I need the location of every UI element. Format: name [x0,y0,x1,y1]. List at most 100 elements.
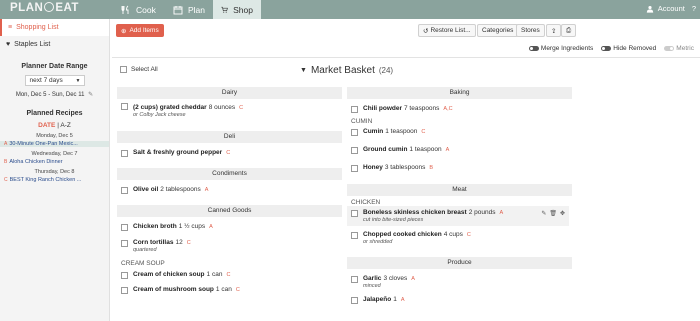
category-header: Dairy [117,87,342,99]
nav-plan[interactable]: Plan [165,0,213,19]
item-recipe-marker: C [421,129,426,135]
list-item[interactable]: Garlic 3 cloves A minced [347,269,572,292]
account-menu[interactable]: Account ? [646,4,696,13]
item-checkbox[interactable] [351,210,358,217]
day-label: Monday, Dec 5 [36,133,73,139]
edit-pencil-icon[interactable]: ✎ [88,92,93,98]
item-checkbox[interactable] [121,224,128,231]
nav-cook[interactable]: Cook [113,0,164,19]
restore-list-button[interactable]: ↺ Restore List... [418,24,476,37]
item-checkbox[interactable] [121,103,128,110]
item-recipe-marker: A [499,210,504,216]
sidebar: ≡ Shopping List ♥ Staples List Planner D… [0,19,110,321]
nav-shop[interactable]: Shop [213,0,261,19]
recipe-letter-c: C [4,177,8,183]
category-header: Baking [347,87,572,99]
item-note: or shredded [363,239,393,245]
item-name: Salt & freshly ground pepper [133,149,223,156]
list-item[interactable]: Jalapeño 1 A [347,292,572,306]
sort-by-date[interactable]: DATE [38,122,55,129]
item-recipe-marker: A [209,224,213,230]
item-note: quartered [133,247,157,253]
stores-button[interactable]: Stores [516,24,545,37]
list-item[interactable]: Honey 3 tablespoons B [347,156,572,174]
item-recipe-marker: A [411,276,415,282]
chevron-down-icon: ▼ [75,77,81,84]
item-note: or Colby Jack cheese [133,112,186,118]
item-name: Chopped cooked chicken [363,231,442,238]
list-item[interactable]: Ground cumin 1 teaspoon A [347,138,572,156]
list-item[interactable]: Chopped cooked chicken 4 cups C or shredde… [347,226,572,248]
sort-by-az[interactable]: A-Z [60,122,70,129]
item-qty: 1 can [206,271,223,278]
caret-down-icon: ▼ [300,67,307,74]
recipe-name: BEST King Ranch Chicken ... [9,177,82,183]
merge-ingredients-label: Merge Ingredients [540,45,594,52]
list-item[interactable]: Corn tortillas 12 C quartered [117,233,342,256]
item-checkbox[interactable] [351,297,358,304]
item-checkbox[interactable] [121,240,128,247]
planned-recipe-item[interactable]: C BEST King Ranch Chicken ... [0,177,109,183]
list-item[interactable]: Chicken broth 1 ½ cups A [117,217,342,233]
item-checkbox[interactable] [121,150,128,157]
trash-icon[interactable]: 🗑 [549,210,557,217]
item-qty: 1 ½ cups [178,223,206,230]
item-checkbox[interactable] [351,129,358,136]
app-logo[interactable]: PLAN EAT [10,2,79,14]
metric-toggle[interactable]: Metric [664,45,694,52]
item-checkbox[interactable] [351,165,358,172]
list-title[interactable]: ▼ Market Basket (24) [300,65,393,76]
top-nav-bar: PLAN EAT Cook Plan Shop Account ? [0,0,700,19]
list-item[interactable]: (2 cups) grated cheddar 8 ounces C or Colb… [117,99,342,121]
item-checkbox[interactable] [121,287,128,294]
date-range-select[interactable]: next 7 days ▼ [24,75,85,86]
item-checkbox[interactable] [121,272,128,279]
list-item[interactable]: Cumin 1 teaspoon C [347,125,572,138]
help-link[interactable]: ? [692,4,696,13]
list-item[interactable]: Cream of mushroom soup 1 can C [117,281,342,296]
recipe-name: Aloha Chicken Dinner [9,159,63,165]
item-checkbox[interactable] [121,187,128,194]
edit-pencil-icon[interactable]: ✎ [541,210,546,217]
list-count: (24) [378,66,394,75]
category-header: Condiments [117,168,342,180]
item-checkbox[interactable] [351,106,358,113]
print-button[interactable]: ⎙ [561,24,577,37]
list-item[interactable]: Boneless skinless chicken breast 2 pounds… [347,206,569,226]
select-all[interactable]: Select All [120,66,158,73]
item-name: Corn tortillas [133,239,174,246]
item-recipe-marker: C [226,150,231,156]
list-item[interactable]: Salt & freshly ground pepper C [117,143,342,159]
sidebar-item-shopping-list[interactable]: ≡ Shopping List [0,19,109,36]
nav-plan-label: Plan [188,4,206,15]
stores-label: Stores [521,27,540,34]
merge-ingredients-toggle[interactable]: Merge Ingredients [528,45,594,52]
item-name: Chicken broth [133,223,177,230]
item-name: Cream of chicken soup [133,271,205,278]
add-items-button[interactable]: ⊕ Add Items [116,24,164,37]
cart-icon [221,6,228,13]
plus-icon: ⊕ [121,27,127,35]
hide-removed-toggle[interactable]: Hide Removed [601,45,656,52]
item-checkbox[interactable] [351,276,358,283]
item-name: Honey [363,164,383,171]
item-checkbox[interactable] [351,147,358,154]
list-item[interactable]: Olive oil 2 tablespoons A [117,180,342,196]
planner-date-range-title: Planner Date Range [21,63,88,70]
select-all-checkbox[interactable] [120,66,127,73]
date-range-text: Mon, Dec 5 - Sun, Dec 11 [15,92,85,98]
item-checkbox[interactable] [351,232,358,239]
sidebar-item-staples-list[interactable]: ♥ Staples List [0,36,109,53]
list-item[interactable]: Cream of chicken soup 1 can C [117,267,342,281]
list-item[interactable]: Chili powder 7 teaspoons A,C [347,99,572,115]
share-button[interactable]: ⇪ [546,24,562,37]
item-recipe-marker: A [204,187,209,193]
planned-recipe-item[interactable]: B Aloha Chicken Dinner [0,159,109,165]
item-qty: 1 can [215,286,232,293]
categories-button[interactable]: Categories [477,24,519,37]
move-icon[interactable]: ✥ [560,210,565,217]
item-qty: 4 cups [443,231,463,238]
item-actions: ✎ 🗑 ✥ [541,210,565,217]
planned-recipe-item[interactable]: A 30-Minute One-Pan Mexic... [0,141,109,147]
recipe-letter-a: A [4,141,8,147]
